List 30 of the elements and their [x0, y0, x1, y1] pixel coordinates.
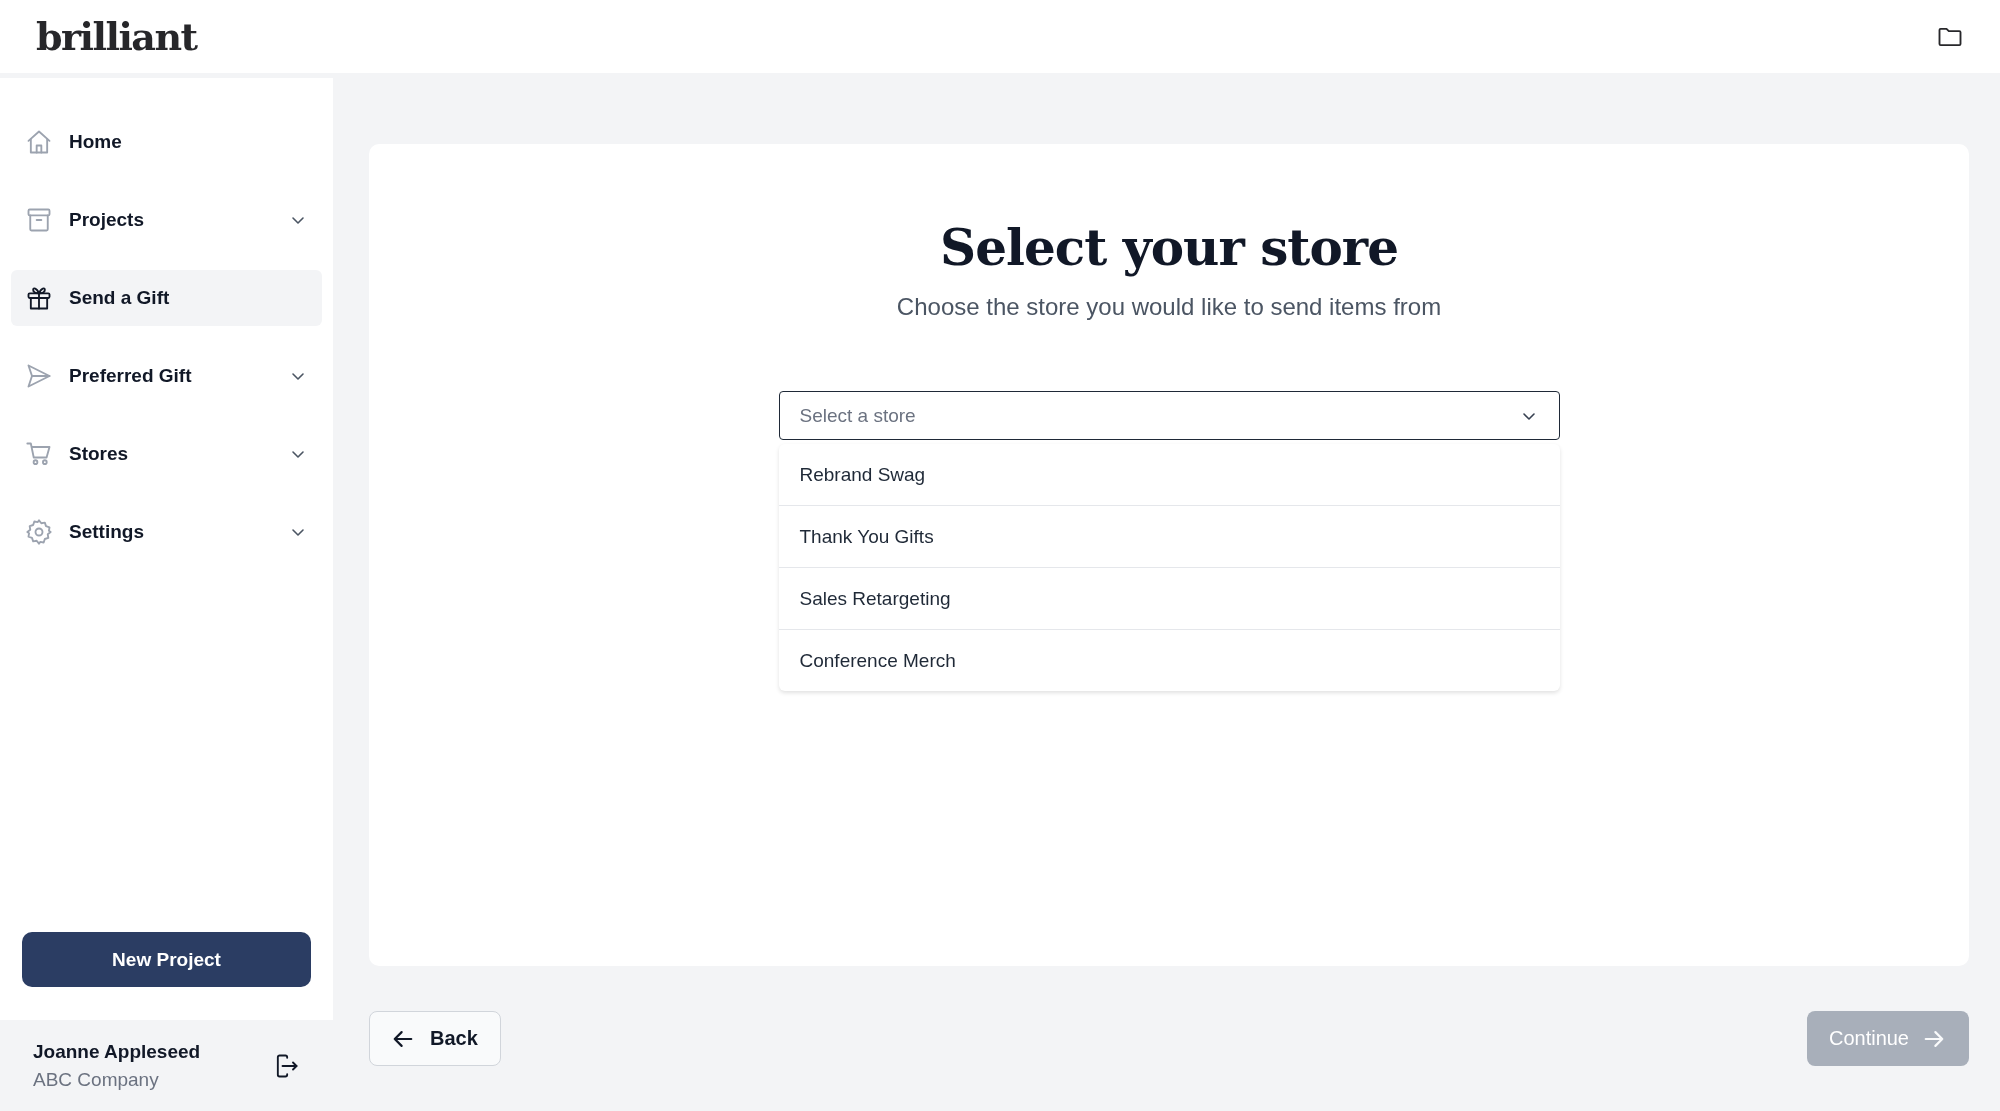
archive-box-icon: [25, 206, 53, 234]
page-subtitle: Choose the store you would like to send items from: [896, 293, 1442, 321]
sidebar-item[interactable]: Preferred Gift: [11, 348, 322, 404]
page-title: Select your store: [940, 218, 1398, 277]
sidebar-item-label: Stores: [69, 443, 130, 465]
sidebar-item-label: Projects: [69, 209, 145, 231]
sidebar-item[interactable]: Projects: [11, 192, 322, 248]
shopping-cart-icon: [25, 440, 53, 468]
new-project-button[interactable]: New Project: [22, 932, 311, 987]
company-name: ABC Company: [33, 1068, 160, 1091]
sidebar-item-label: Settings: [69, 521, 145, 543]
brilliant-logo[interactable]: brilliant: [36, 14, 197, 59]
sidebar-item[interactable]: Stores: [11, 426, 322, 482]
gift-icon: [25, 284, 53, 312]
sidebar-item[interactable]: Settings: [11, 504, 322, 560]
sidebar-item-label: Send a Gift: [69, 287, 171, 309]
dropdown-option[interactable]: Rebrand Swag: [778, 444, 1560, 506]
sidebar-item[interactable]: Send a Gift: [11, 270, 322, 326]
home-icon: [25, 128, 53, 156]
sidebar-item-label: Preferred Gift: [69, 365, 193, 387]
paper-plane-icon: [25, 362, 53, 390]
back-button[interactable]: Back: [369, 1011, 501, 1066]
dropdown-option[interactable]: Sales Retargeting: [778, 568, 1560, 630]
store-select[interactable]: Select a store: [778, 391, 1560, 440]
sidebar-item-label: Home: [69, 131, 123, 153]
sidebar-item[interactable]: Home: [11, 114, 322, 170]
dropdown-option[interactable]: Conference Merch: [778, 630, 1560, 691]
user-name: Joanne Appleseed: [33, 1040, 201, 1063]
dropdown-option[interactable]: Thank You Gifts: [778, 506, 1560, 568]
settings-icon: [25, 518, 53, 546]
